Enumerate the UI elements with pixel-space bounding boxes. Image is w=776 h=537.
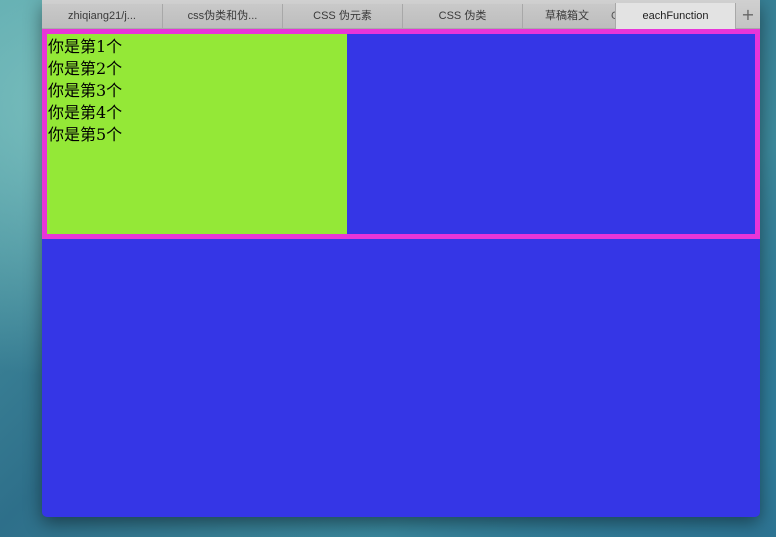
- item-list: 你是第1个 你是第2个 你是第3个 你是第4个 你是第5个: [48, 36, 122, 146]
- tab-label: CSS 伪类: [438, 10, 487, 22]
- tab-label: CSS 伪元素: [313, 10, 372, 22]
- tab-eachfunction[interactable]: eachFunction: [615, 3, 736, 29]
- tab-bar: zhiqiang21/j... css伪类和伪... CSS 伪元素 CSS 伪…: [42, 0, 760, 29]
- tab-label: eachFunction: [642, 10, 709, 22]
- tab-css-pseudo-class-and-element[interactable]: css伪类和伪...: [162, 4, 282, 28]
- list-item: 你是第4个: [48, 103, 123, 122]
- new-tab-button[interactable]: +: [736, 4, 760, 28]
- tab-zhiqiang21[interactable]: zhiqiang21/j...: [42, 4, 162, 28]
- green-box: 你是第1个 你是第2个 你是第3个 你是第4个 你是第5个: [47, 34, 347, 234]
- tab-css-pseudo-element[interactable]: CSS 伪元素: [282, 4, 402, 28]
- list-item: 你是第5个: [48, 125, 123, 144]
- outer-box: 你是第1个 你是第2个 你是第3个 你是第4个 你是第5个: [42, 29, 760, 239]
- tab-label: 草稿箱文: [545, 10, 589, 22]
- tab-css-pseudo-class[interactable]: CSS 伪类: [402, 4, 522, 28]
- list-item: 你是第2个: [48, 59, 123, 78]
- tab-label: zhiqiang21/j...: [68, 10, 136, 22]
- browser-window: zhiqiang21/j... css伪类和伪... CSS 伪元素 CSS 伪…: [42, 0, 760, 517]
- tab-drafts[interactable]: 草稿箱文C: [522, 4, 615, 28]
- list-item: 你是第1个: [48, 37, 123, 56]
- list-item: 你是第3个: [48, 81, 123, 100]
- tab-label: css伪类和伪...: [187, 10, 258, 22]
